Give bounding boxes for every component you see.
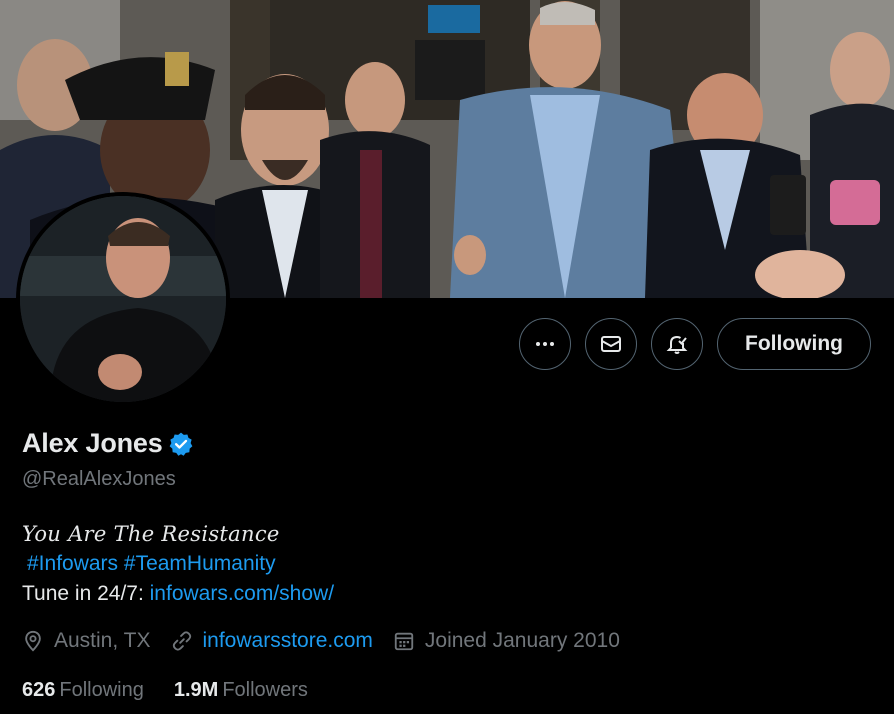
profile-handle: @RealAlexJones xyxy=(22,468,176,490)
display-name: Alex Jones xyxy=(22,428,163,458)
bio-tagline: You Are The Resistance xyxy=(22,522,280,546)
website-link[interactable]: infowarsstore.com xyxy=(203,629,373,653)
profile-avatar[interactable] xyxy=(16,192,230,406)
joined-text: Joined January 2010 xyxy=(424,629,620,652)
hashtag-infowars-link[interactable]: #Infowars xyxy=(27,552,118,575)
joined-item: Joined January 2010 xyxy=(393,629,620,653)
following-count-link[interactable]: 626 Following xyxy=(22,679,144,702)
more-options-button[interactable] xyxy=(519,318,571,370)
website-item: infowarsstore.com xyxy=(171,629,373,653)
followers-label: Followers xyxy=(222,679,308,701)
more-icon xyxy=(536,342,554,346)
verified-badge-icon[interactable] xyxy=(168,431,194,457)
envelope-icon xyxy=(601,336,621,352)
follow-stats: 626 Following 1.9M Followers xyxy=(22,679,338,702)
bio-hashtags: #Infowars #TeamHumanity xyxy=(27,552,276,576)
following-button[interactable]: Following xyxy=(717,318,871,370)
notifications-button[interactable] xyxy=(651,318,703,370)
link-icon xyxy=(172,631,191,651)
profile-meta-row: Austin, TX infowarsstore.com Joined Janu… xyxy=(22,629,640,653)
location-item: Austin, TX xyxy=(22,629,151,653)
following-count: 626 xyxy=(22,679,56,701)
following-label: Following xyxy=(59,679,144,701)
hashtag-teamhumanity-link[interactable]: #TeamHumanity xyxy=(124,552,276,575)
message-button[interactable] xyxy=(585,318,637,370)
followers-count-link[interactable]: 1.9M Followers xyxy=(174,679,308,702)
bell-check-icon xyxy=(666,335,688,354)
calendar-icon xyxy=(394,632,414,651)
profile-name-row: Alex Jones xyxy=(22,428,194,459)
show-link[interactable]: infowars.com/show/ xyxy=(150,582,334,605)
bio-tune-in: Tune in 24/7: infowars.com/show/ xyxy=(22,582,334,606)
followers-count: 1.9M xyxy=(173,679,219,701)
location-pin-icon xyxy=(25,630,41,652)
location-text: Austin, TX xyxy=(54,629,151,652)
avatar-photo xyxy=(20,196,226,402)
bio-tune-in-text: Tune in 24/7: xyxy=(22,582,150,605)
avatar-portrait xyxy=(20,196,226,402)
